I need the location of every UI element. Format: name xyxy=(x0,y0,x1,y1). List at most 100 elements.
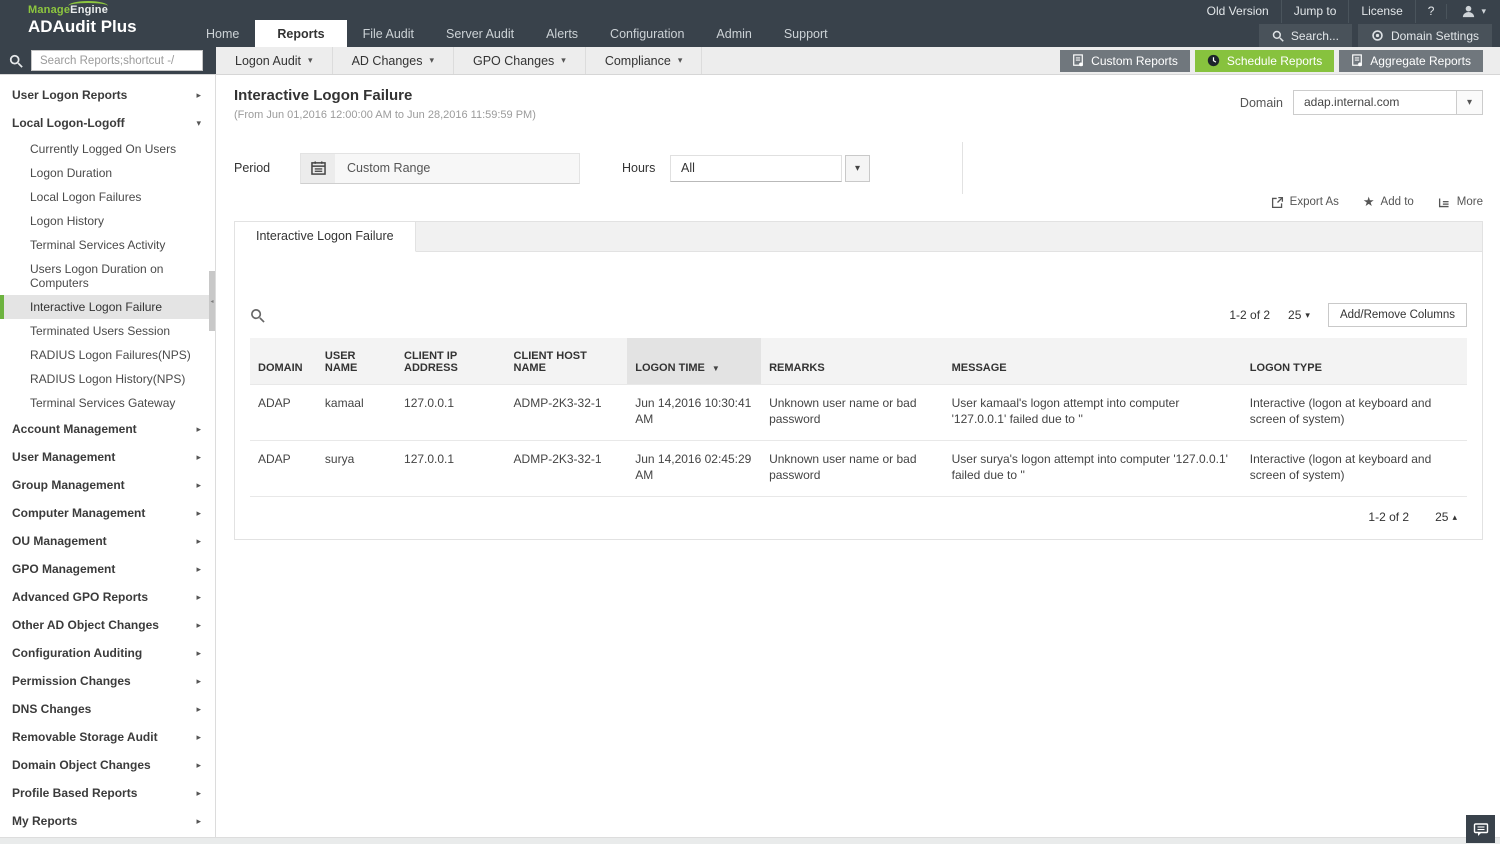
sidebar-section-user-logon-reports[interactable]: User Logon Reports ▸ xyxy=(0,81,215,109)
sidebar-scrollbar-thumb[interactable]: ◂ xyxy=(209,271,215,331)
sidebar-item-logon-history[interactable]: Logon History xyxy=(0,209,215,233)
sidebar-section-user-management[interactable]: User Management ▸ xyxy=(0,443,215,471)
person-icon xyxy=(1463,5,1475,18)
page-size-dropdown[interactable]: 25 ▾ xyxy=(1288,308,1310,322)
table-search-icon[interactable] xyxy=(250,308,265,323)
sidebar-item-terminal-services-gateway[interactable]: Terminal Services Gateway xyxy=(0,391,215,415)
sidebar-section-profile-based-reports[interactable]: Profile Based Reports ▸ xyxy=(0,779,215,807)
sidebar-section-my-reports[interactable]: My Reports ▸ xyxy=(0,807,215,835)
manageengine-wordmark: ManageEngine xyxy=(28,1,137,16)
hours-select[interactable]: All xyxy=(670,154,842,182)
sidebar-item-terminated-users-session[interactable]: Terminated Users Session xyxy=(0,319,215,343)
pagination-range: 1-2 of 2 xyxy=(1229,308,1271,322)
domain-select[interactable]: adap.internal.com ▾ xyxy=(1293,90,1483,115)
search-icon xyxy=(9,54,23,68)
sidebar-section-configuration-auditing[interactable]: Configuration Auditing ▸ xyxy=(0,639,215,667)
report-header: Interactive Logon Failure (From Jun 01,2… xyxy=(234,87,1483,121)
menu-ad-changes[interactable]: AD Changes ▾ xyxy=(333,47,454,74)
col-user-name[interactable]: USER NAME xyxy=(316,338,397,384)
sidebar-section-computer-management[interactable]: Computer Management ▸ xyxy=(0,499,215,527)
tab-interactive-logon-failure[interactable]: Interactive Logon Failure xyxy=(235,222,416,252)
period-picker[interactable]: Custom Range xyxy=(300,152,580,184)
add-remove-columns-button[interactable]: Add/Remove Columns xyxy=(1327,303,1467,327)
chevron-down-icon[interactable]: ▾ xyxy=(845,154,870,182)
old-version-link[interactable]: Old Version xyxy=(1195,0,1281,23)
period-label: Period xyxy=(234,161,271,175)
sidebar-section-account-management[interactable]: Account Management ▸ xyxy=(0,415,215,443)
sidebar-item-terminal-services-activity[interactable]: Terminal Services Activity xyxy=(0,233,215,257)
user-menu[interactable]: ▾ xyxy=(1446,4,1490,19)
col-label: LOGON TIME xyxy=(635,361,705,374)
col-client-host[interactable]: CLIENT HOST NAME xyxy=(505,338,628,384)
nav-support[interactable]: Support xyxy=(768,22,844,47)
nav-configuration[interactable]: Configuration xyxy=(594,22,700,47)
help-link[interactable]: ? xyxy=(1414,0,1447,23)
sidebar-section-group-management[interactable]: Group Management ▸ xyxy=(0,471,215,499)
menu-gpo-changes[interactable]: GPO Changes ▾ xyxy=(454,47,586,74)
nav-home[interactable]: Home xyxy=(190,22,255,47)
report-links: Export As ★ Add to More xyxy=(234,192,1483,212)
sidebar-item-logon-duration[interactable]: Logon Duration xyxy=(0,161,215,185)
nav-reports[interactable]: Reports xyxy=(255,20,347,47)
custom-reports-button[interactable]: Custom Reports xyxy=(1060,49,1190,72)
sidebar-section-other-ad-object-changes[interactable]: Other AD Object Changes ▸ xyxy=(0,611,215,639)
chevron-down-icon[interactable]: ▾ xyxy=(1456,91,1482,114)
jump-to-link[interactable]: Jump to xyxy=(1280,0,1349,23)
sidebar-section-permission-changes[interactable]: Permission Changes ▸ xyxy=(0,667,215,695)
sidebar-section-removable-storage-audit[interactable]: Removable Storage Audit ▸ xyxy=(0,723,215,751)
col-remarks[interactable]: REMARKS xyxy=(761,338,944,384)
chevron-down-icon: ▾ xyxy=(1481,6,1486,16)
chat-button[interactable] xyxy=(1466,815,1495,843)
nav-server-audit[interactable]: Server Audit xyxy=(430,22,530,47)
sidebar-section-label: DNS Changes xyxy=(12,702,92,716)
menu-compliance[interactable]: Compliance ▾ xyxy=(586,47,703,74)
domain-settings-button[interactable]: Domain Settings xyxy=(1357,24,1492,47)
brand-logo[interactable]: ManageEngine ADAudit Plus xyxy=(28,1,137,37)
chevron-right-icon: ▸ xyxy=(196,507,201,518)
sidebar-section-ou-management[interactable]: OU Management ▸ xyxy=(0,527,215,555)
reports-toolbar: Logon Audit ▾ AD Changes ▾ GPO Changes ▾… xyxy=(0,47,1500,75)
sidebar-section-dns-changes[interactable]: DNS Changes ▸ xyxy=(0,695,215,723)
sidebar-section-local-logon-logoff[interactable]: Local Logon-Logoff ▾ xyxy=(0,109,215,137)
col-message[interactable]: MESSAGE xyxy=(943,338,1242,384)
table-row[interactable]: ADAP surya 127.0.0.1 ADMP-2K3-32-1 Jun 14,20… xyxy=(250,439,1467,498)
chevron-down-icon: ▾ xyxy=(429,55,434,65)
global-search-button[interactable]: Search... xyxy=(1258,24,1352,47)
sidebar-section-gpo-management[interactable]: GPO Management ▸ xyxy=(0,555,215,583)
col-domain[interactable]: DOMAIN xyxy=(250,338,317,384)
schedule-reports-button[interactable]: Schedule Reports xyxy=(1194,49,1335,72)
sidebar-item-users-logon-duration-on-computers[interactable]: Users Logon Duration on Computers xyxy=(0,257,215,295)
more-link[interactable]: More xyxy=(1438,196,1483,209)
sidebar-section-domain-object-changes[interactable]: Domain Object Changes ▸ xyxy=(0,751,215,779)
license-link[interactable]: License xyxy=(1348,0,1414,23)
export-as-link[interactable]: Export As xyxy=(1271,196,1339,209)
sidebar-section-advanced-gpo-reports[interactable]: Advanced GPO Reports ▸ xyxy=(0,583,215,611)
sidebar-section-label: Advanced GPO Reports xyxy=(12,590,149,604)
report-search-input[interactable] xyxy=(31,50,203,71)
menu-label: Compliance xyxy=(604,53,671,68)
sidebar-section-label: My Reports xyxy=(12,814,78,828)
table-row[interactable]: ADAP kamaal 127.0.0.1 ADMP-2K3-32-1 Jun 14,2… xyxy=(250,383,1467,441)
sidebar-nav: User Logon Reports ▸ Local Logon-Logoff ▾ Cu… xyxy=(0,75,216,844)
grid-toolbar: 1-2 of 2 25 ▾ Add/Remove Columns xyxy=(250,302,1467,328)
chevron-down-icon: ▾ xyxy=(677,55,683,65)
nav-alerts[interactable]: Alerts xyxy=(530,22,594,47)
sidebar-item-currently-logged-on-users[interactable]: Currently Logged On Users xyxy=(0,137,215,161)
aggregate-reports-button[interactable]: Aggregate Reports xyxy=(1339,49,1483,72)
sidebar-item-interactive-logon-failure[interactable]: Interactive Logon Failure xyxy=(0,295,215,319)
table-cell: ADMP-2K3-32-1 xyxy=(505,383,628,441)
page-size-dropdown-bottom[interactable]: 25 ▴ xyxy=(1435,510,1457,524)
table-cell: 127.0.0.1 xyxy=(396,439,506,498)
col-logon-type[interactable]: LOGON TYPE xyxy=(1241,338,1467,384)
nav-admin[interactable]: Admin xyxy=(700,22,767,47)
calendar-icon[interactable] xyxy=(301,153,335,183)
sidebar-section-label: GPO Management xyxy=(12,562,116,576)
sidebar-item-radius-logon-history-nps-[interactable]: RADIUS Logon History(NPS) xyxy=(0,367,215,391)
col-client-ip[interactable]: CLIENT IP ADDRESS xyxy=(396,338,506,384)
menu-logon-audit[interactable]: Logon Audit ▾ xyxy=(216,47,333,74)
sidebar-item-local-logon-failures[interactable]: Local Logon Failures xyxy=(0,185,215,209)
add-to-link[interactable]: ★ Add to xyxy=(1363,194,1414,210)
col-logon-time[interactable]: LOGON TIME ▼ xyxy=(627,338,762,384)
nav-file-audit[interactable]: File Audit xyxy=(347,22,430,47)
sidebar-item-radius-logon-failures-nps-[interactable]: RADIUS Logon Failures(NPS) xyxy=(0,343,215,367)
